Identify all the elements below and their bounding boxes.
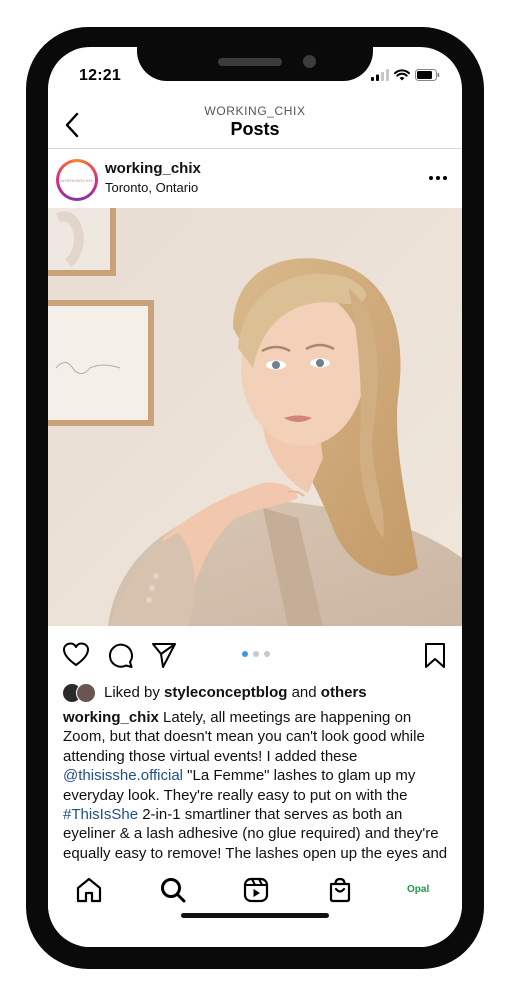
liked-by-joiner: and (291, 683, 317, 701)
app-screen: 12:21 WORKING_CHIX Posts WORKINGCHIX wor… (48, 47, 462, 947)
carousel-dot (264, 651, 270, 657)
header-divider (48, 148, 462, 149)
chevron-left-icon[interactable] (60, 110, 86, 140)
home-indicator[interactable] (181, 913, 329, 918)
post-location[interactable]: Toronto, Ontario (105, 180, 198, 195)
more-horizontal-icon[interactable] (428, 173, 448, 183)
bookmark-icon[interactable] (421, 641, 449, 669)
shop-bag-icon[interactable] (325, 875, 355, 905)
caption-mention[interactable]: @thisisshe.official (63, 767, 183, 784)
carousel-indicator (242, 651, 270, 657)
post-header: WORKINGCHIX working_chix Toronto, Ontari… (48, 155, 462, 207)
liked-by-row[interactable]: Liked by styleconceptblog and others (62, 681, 367, 703)
battery-icon (415, 69, 440, 81)
avatar-logo-text: WORKINGCHIX (60, 177, 94, 183)
liked-by-user[interactable]: styleconceptblog (164, 684, 287, 701)
liked-by-prefix: Liked by (104, 683, 160, 701)
status-icons (371, 69, 440, 81)
signal-icon (371, 69, 389, 81)
home-icon[interactable] (74, 875, 104, 905)
post-actions (48, 637, 462, 673)
avatar[interactable]: WORKINGCHIX (56, 159, 98, 201)
post-username[interactable]: working_chix (105, 160, 201, 177)
carousel-dot (253, 651, 259, 657)
bottom-nav: Opal (48, 863, 462, 947)
heart-icon[interactable] (62, 641, 90, 669)
liked-by-text: Liked by styleconceptblog and others (104, 684, 367, 701)
front-camera (303, 55, 316, 68)
caption-username[interactable]: working_chix (63, 709, 159, 726)
comment-icon[interactable] (106, 641, 134, 669)
send-icon[interactable] (150, 641, 178, 669)
search-icon[interactable] (158, 875, 188, 905)
opal-label: Opal (407, 884, 430, 895)
header-account-name: WORKING_CHIX (204, 104, 306, 118)
liked-avatars (62, 682, 100, 703)
speaker-grille (218, 58, 282, 66)
post-photo[interactable] (48, 208, 462, 626)
status-time: 12:21 (79, 67, 121, 84)
phone-notch (137, 27, 373, 81)
carousel-dot (242, 651, 248, 657)
page-header: WORKING_CHIX Posts (48, 102, 462, 148)
reels-icon[interactable] (241, 875, 271, 905)
page-title: Posts (230, 119, 280, 139)
liker-avatar (76, 683, 96, 703)
liked-by-others[interactable]: others (321, 684, 367, 701)
wifi-icon (394, 69, 410, 81)
post-photo-image (48, 208, 462, 626)
post-caption: working_chix Lately, all meetings are ha… (63, 708, 455, 864)
caption-hashtag[interactable]: #ThisIsShe (63, 806, 138, 823)
